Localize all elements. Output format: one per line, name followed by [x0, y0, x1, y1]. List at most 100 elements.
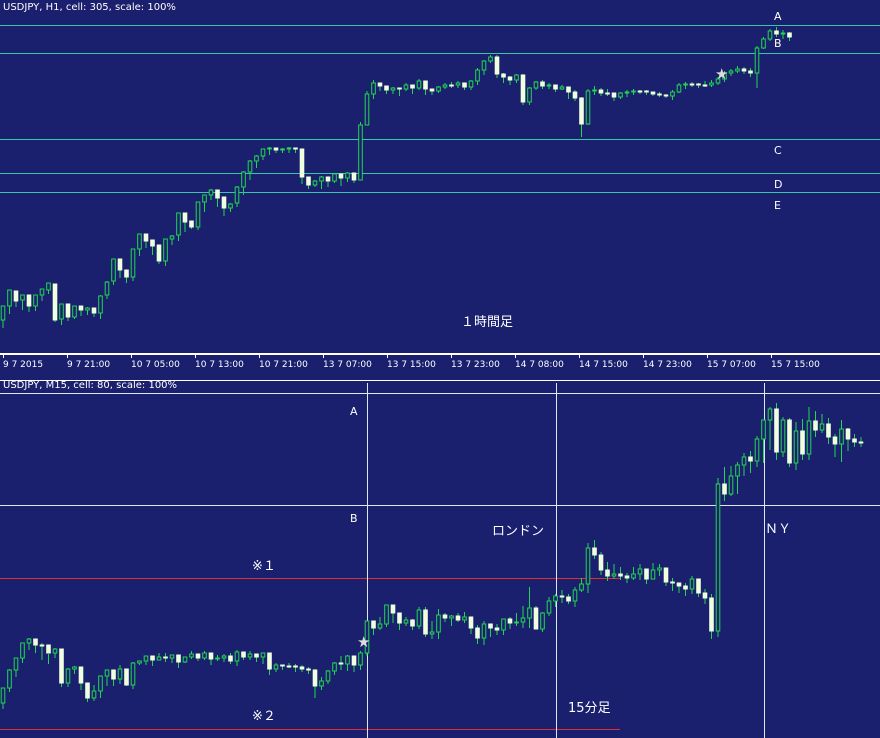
- candle-body: [169, 654, 175, 659]
- candle-body: [410, 84, 415, 89]
- candle-body: [416, 80, 422, 89]
- candle-body: [0, 687, 6, 704]
- bottom-chart-header: USDJPY, M15, cell: 80, scale: 100%: [3, 380, 178, 391]
- candle-body: [46, 644, 51, 654]
- candle-body: [124, 668, 129, 686]
- candle: [416, 79, 422, 90]
- candle-body: [273, 664, 279, 670]
- candle-body: [670, 581, 675, 584]
- candle-body: [618, 92, 623, 98]
- candle: [195, 201, 201, 230]
- candle-body: [598, 89, 604, 94]
- candle-body: [13, 290, 19, 302]
- candle-body: [78, 305, 84, 311]
- top-level-label-e: E: [774, 199, 781, 212]
- candle-body: [46, 282, 51, 291]
- candle-body: [124, 269, 129, 278]
- candle: [72, 305, 77, 319]
- candle-body: [91, 307, 97, 314]
- candle-body: [98, 295, 103, 314]
- candle-body: [403, 84, 409, 90]
- candle-body: [306, 668, 311, 671]
- candle-body: [78, 666, 84, 684]
- candle-body: [221, 196, 227, 209]
- candle-body: [351, 655, 357, 666]
- x-tick-label: 13 7 15:00: [387, 360, 436, 370]
- candle-body: [221, 655, 227, 659]
- candle-body: [520, 617, 526, 623]
- candle-body: [189, 220, 194, 228]
- bottom-note-1: ※１: [252, 559, 276, 574]
- candle-body: [806, 420, 812, 455]
- candle-body: [208, 189, 214, 196]
- candle-body: [156, 656, 162, 661]
- bottom-level-label-a: A: [350, 405, 358, 418]
- candle-body: [338, 173, 344, 179]
- candle-body: [33, 638, 38, 646]
- bottom-note-2: ※２: [252, 709, 276, 724]
- candle-body: [527, 87, 532, 103]
- candle-body: [852, 438, 857, 443]
- candle-body: [111, 258, 116, 282]
- candle-body: [579, 583, 584, 591]
- candle-body: [572, 589, 578, 602]
- candle-body: [839, 428, 844, 445]
- candle-body: [709, 82, 714, 86]
- candle-body: [39, 644, 45, 647]
- candle-body: [572, 91, 578, 99]
- candle-body: [494, 56, 500, 75]
- chart-window: USDJPY, H1, cell: 305, scale: 100% A B C…: [0, 0, 880, 738]
- candle-body: [462, 616, 467, 621]
- candle-body: [735, 68, 740, 72]
- candle-body: [104, 669, 110, 677]
- candle-body: [436, 86, 441, 92]
- candle-body: [7, 289, 12, 307]
- x-tick-label: 14 7 23:00: [643, 360, 692, 370]
- candle-body: [449, 84, 454, 87]
- candle-body: [358, 652, 363, 666]
- candle-body: [754, 47, 760, 74]
- candle: [780, 417, 786, 457]
- candle-body: [845, 428, 851, 440]
- candle-body: [644, 568, 649, 580]
- candle-body: [585, 547, 591, 585]
- candle-body: [702, 84, 708, 87]
- candle-body: [741, 68, 747, 72]
- candle-body: [559, 595, 565, 598]
- candle: [59, 648, 64, 687]
- candle-body: [683, 83, 688, 86]
- candle-body: [65, 668, 71, 684]
- candle: [52, 283, 58, 322]
- candle-body: [390, 604, 396, 614]
- candle-body: [228, 655, 233, 662]
- x-tick-label: 10 7 21:00: [259, 360, 308, 370]
- bottom-session-ny: ＮＹ: [765, 522, 792, 537]
- candle-body: [39, 288, 45, 296]
- candle-body: [26, 638, 32, 644]
- candle-body: [663, 94, 669, 97]
- candle-body: [507, 76, 513, 81]
- candle-body: [397, 87, 402, 90]
- candle-body: [728, 70, 734, 74]
- candle-body: [384, 604, 389, 625]
- candle-body: [689, 578, 695, 590]
- candle-body: [858, 441, 864, 444]
- candle-body: [618, 573, 623, 577]
- candle-body: [592, 89, 597, 92]
- top-level-label-d: D: [774, 178, 783, 191]
- candle-body: [332, 662, 337, 672]
- candle-body: [182, 656, 188, 663]
- candle: [527, 87, 532, 105]
- candle-body: [566, 596, 571, 602]
- candle-body: [377, 623, 383, 629]
- candle: [156, 244, 162, 264]
- candle-body: [312, 669, 318, 687]
- candle-body: [59, 648, 64, 684]
- candle-body: [234, 651, 240, 662]
- candle-body: [631, 90, 636, 93]
- candle-body: [156, 244, 162, 262]
- candle-body: [195, 201, 201, 228]
- candle-body: [559, 86, 565, 90]
- candle-body: [514, 621, 519, 624]
- candle-body: [338, 662, 344, 665]
